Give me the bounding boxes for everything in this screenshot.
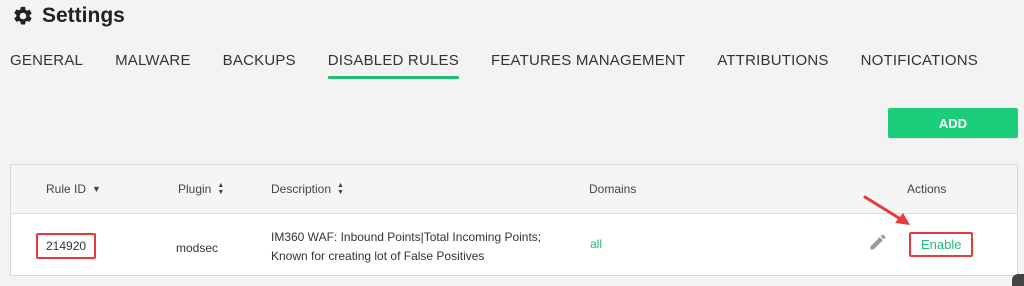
description-cell: IM360 WAF: Inbound Points|Total Incoming…: [271, 228, 591, 266]
settings-tabs: GENERAL MALWARE BACKUPS DISABLED RULES F…: [10, 50, 1010, 79]
sort-desc-icon[interactable]: ▼: [92, 184, 101, 194]
add-rule-button[interactable]: ADD: [888, 108, 1018, 138]
column-label-plugin: Plugin: [178, 182, 212, 196]
description-line: Known for creating lot of False Positive…: [271, 249, 485, 263]
pencil-edit-icon[interactable]: [868, 232, 888, 252]
plugin-cell: modsec: [176, 241, 219, 255]
column-header-description[interactable]: Description ▲▼: [271, 182, 344, 196]
tab-malware[interactable]: MALWARE: [115, 50, 191, 79]
page-header: Settings: [12, 4, 125, 28]
tab-features-management[interactable]: FEATURES MANAGEMENT: [491, 50, 685, 79]
tab-general[interactable]: GENERAL: [10, 50, 83, 79]
tab-backups[interactable]: BACKUPS: [223, 50, 296, 79]
sort-icon[interactable]: ▲▼: [337, 182, 344, 196]
column-label-rule-id: Rule ID: [46, 182, 87, 196]
description-line: IM360 WAF: Inbound Points|Total Incoming…: [271, 230, 542, 244]
enable-rule-button[interactable]: Enable: [909, 232, 974, 257]
column-header-plugin[interactable]: Plugin ▲▼: [178, 182, 224, 196]
sort-icon[interactable]: ▲▼: [217, 182, 224, 196]
domains-cell[interactable]: all: [590, 237, 602, 251]
annotation-arrow-icon: [863, 195, 910, 225]
rule-id-cell: 214920: [36, 233, 97, 259]
tab-notifications[interactable]: NOTIFICATIONS: [861, 50, 978, 79]
column-header-rule-id[interactable]: Rule ID ▼: [46, 182, 101, 196]
corner-widget-icon: [1012, 274, 1024, 286]
tab-attributions[interactable]: ATTRIBUTIONS: [717, 50, 828, 79]
column-header-domains: Domains: [589, 182, 636, 196]
column-label-domains: Domains: [589, 182, 637, 196]
gear-icon: [14, 6, 32, 25]
tab-disabled-rules[interactable]: DISABLED RULES: [327, 50, 460, 79]
column-label-description: Description: [271, 182, 332, 196]
page-title: Settings: [42, 4, 125, 27]
